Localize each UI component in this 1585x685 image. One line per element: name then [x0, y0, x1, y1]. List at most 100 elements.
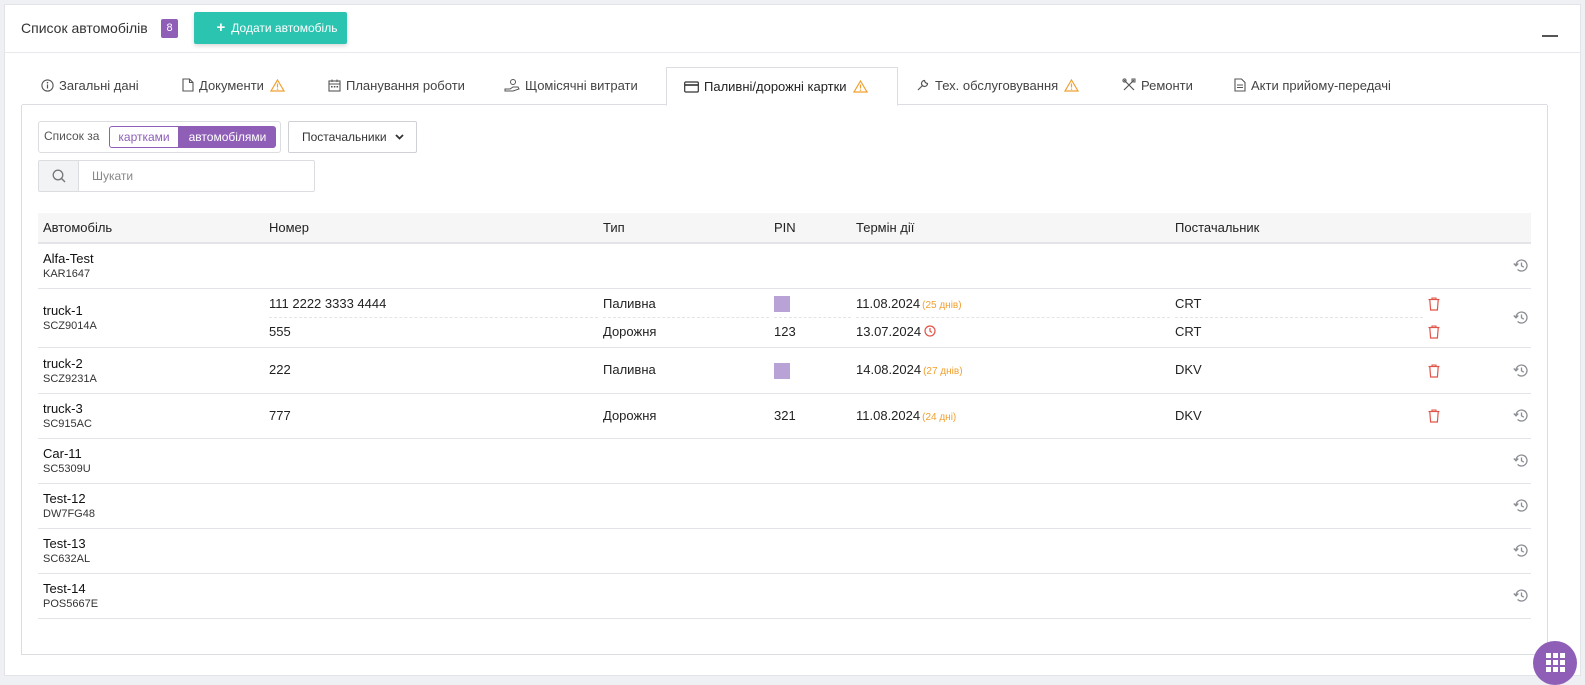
card-delete[interactable]: [1428, 402, 1508, 430]
history-icon[interactable]: [1513, 588, 1531, 603]
column-header-empty: [1508, 213, 1531, 244]
tab-3[interactable]: Планування роботи: [310, 67, 472, 105]
grid-dot: [1560, 660, 1565, 665]
collapse-panel-button[interactable]: [1542, 35, 1558, 37]
card-delete[interactable]: [1428, 290, 1508, 318]
car-cell: truck-2 SCZ9231A: [38, 347, 264, 394]
suppliers-dropdown[interactable]: Постачальники: [288, 121, 417, 153]
column-header: Постачальник: [1170, 213, 1423, 244]
toggle-by-cards[interactable]: картками: [109, 126, 179, 148]
history-cell: [1508, 288, 1531, 348]
car-plate: SCZ9014A: [43, 320, 97, 332]
car-name[interactable]: Car-11: [43, 446, 264, 461]
wrench-icon: [916, 78, 935, 93]
history-icon[interactable]: [1513, 543, 1531, 558]
add-car-button[interactable]: + Додати автомобіль: [194, 12, 347, 44]
search-input[interactable]: [80, 161, 314, 191]
grid-dot: [1546, 653, 1551, 658]
card-pin-cell: [769, 483, 851, 529]
card-expiry-cell: [851, 243, 1170, 289]
tab-4[interactable]: Щомісячні витрати: [486, 67, 661, 105]
column-header: Термін дії: [851, 213, 1170, 244]
car-plate: SC632AL: [43, 553, 91, 565]
hidden-pin-square[interactable]: [774, 296, 790, 313]
add-car-button-label: Додати автомобіль: [231, 21, 338, 35]
page-title: Список автомобілів: [21, 20, 148, 36]
tab-7[interactable]: Ремонти: [1107, 67, 1207, 105]
car-name[interactable]: Alfa-Test: [43, 251, 264, 266]
fleet-page: Список автомобілів 8 + Додати автомобіль …: [4, 4, 1581, 685]
grid-dot: [1560, 653, 1565, 658]
trash-icon[interactable]: [1428, 297, 1440, 311]
tab-6[interactable]: Тех. обслуговування: [902, 67, 1097, 105]
card-supplier-cell: DKV: [1170, 347, 1423, 394]
history-icon[interactable]: [1513, 453, 1531, 468]
card-expiry: 11.08.2024 (25 днів): [856, 290, 1170, 318]
toggle-by-cars[interactable]: автомобілями: [179, 126, 276, 148]
car-name[interactable]: truck-1: [43, 303, 264, 318]
card-expiry: 11.08.2024 (24 дні): [856, 402, 1170, 430]
card-delete[interactable]: [1428, 356, 1508, 384]
tab-2[interactable]: Документи: [163, 67, 300, 105]
card-type: Дорожня: [603, 323, 657, 339]
search-box: [38, 160, 315, 192]
card-type-cell: [598, 528, 769, 574]
card-pin-cell: [769, 347, 851, 394]
trash-icon[interactable]: [1428, 364, 1440, 378]
car-plate: SC5309U: [43, 463, 91, 475]
tab-8[interactable]: Акти прийому-передачі: [1220, 67, 1410, 105]
tab-1[interactable]: Загальні дані: [22, 67, 162, 105]
grid-dot: [1553, 660, 1558, 665]
card-expiry-cell: 11.08.2024 (25 днів) 13.07.2024: [851, 288, 1170, 348]
card-expiry-cell: [851, 528, 1170, 574]
car-name[interactable]: truck-2: [43, 356, 264, 371]
card-supplier-cell: DKV: [1170, 393, 1423, 439]
history-icon[interactable]: [1513, 310, 1531, 325]
tab-label: Документи: [199, 78, 264, 93]
car-plate: SC915AC: [43, 418, 92, 430]
card-type-cell: [598, 243, 769, 289]
history-cell: [1508, 573, 1531, 619]
hidden-pin-square[interactable]: [774, 362, 790, 379]
grid-dot: [1553, 667, 1558, 672]
calendar-icon: [328, 78, 346, 93]
tab-label: Загальні дані: [59, 78, 139, 93]
trash-icon[interactable]: [1428, 409, 1440, 423]
trash-icon[interactable]: [1428, 325, 1440, 339]
tab-label: Паливні/дорожні картки: [704, 79, 847, 94]
card-delete[interactable]: [1428, 318, 1508, 346]
card-number: 555: [269, 323, 291, 339]
history-icon[interactable]: [1513, 498, 1531, 513]
car-name[interactable]: truck-3: [43, 401, 264, 416]
history-icon[interactable]: [1513, 258, 1531, 273]
card-pin: 123: [774, 318, 851, 346]
tab-5[interactable]: Паливні/дорожні картки: [666, 67, 898, 106]
search-icon: [39, 161, 79, 191]
card-supplier-cell: [1170, 528, 1423, 574]
suppliers-dropdown-label: Постачальники: [302, 130, 387, 144]
history-icon[interactable]: [1513, 363, 1531, 378]
history-icon[interactable]: [1513, 408, 1531, 423]
card-expiry: 14.08.2024 (27 днів): [856, 356, 1170, 384]
card-expiry-date: 13.07.2024: [856, 323, 922, 339]
card-type: Паливна: [603, 362, 656, 377]
card-expiry-date: 11.08.2024: [856, 407, 921, 423]
card-pin-cell: 321: [769, 393, 851, 439]
cards-table: Автомобіль Номер Тип PIN Термін дії Постачаль…: [38, 213, 1531, 619]
car-name[interactable]: Test-13: [43, 536, 264, 551]
card-supplier-cell: [1170, 438, 1423, 484]
table-row: truck-2 SCZ9231A 222 Паливна 14.08.2024 (27 д…: [38, 347, 1531, 394]
car-name[interactable]: Test-14: [43, 581, 264, 596]
card-pin-cell: [769, 528, 851, 574]
tab-label: Ремонти: [1141, 78, 1193, 93]
card-number-cell: 777: [264, 393, 598, 439]
card-delete-cell: [1423, 528, 1508, 574]
table-row: Test-14 POS5667E: [38, 573, 1531, 619]
car-name[interactable]: Test-12: [43, 491, 264, 506]
card-number-cell: 111 2222 3333 4444 555: [264, 288, 598, 348]
apps-menu-button[interactable]: [1533, 641, 1577, 685]
table-row: truck-1 SCZ9014A 111 2222 3333 4444 555 Пали…: [38, 288, 1531, 348]
tab-label: Планування роботи: [346, 78, 465, 93]
card-pin-value: 321: [774, 407, 796, 423]
card-delete-cell: [1423, 243, 1508, 289]
